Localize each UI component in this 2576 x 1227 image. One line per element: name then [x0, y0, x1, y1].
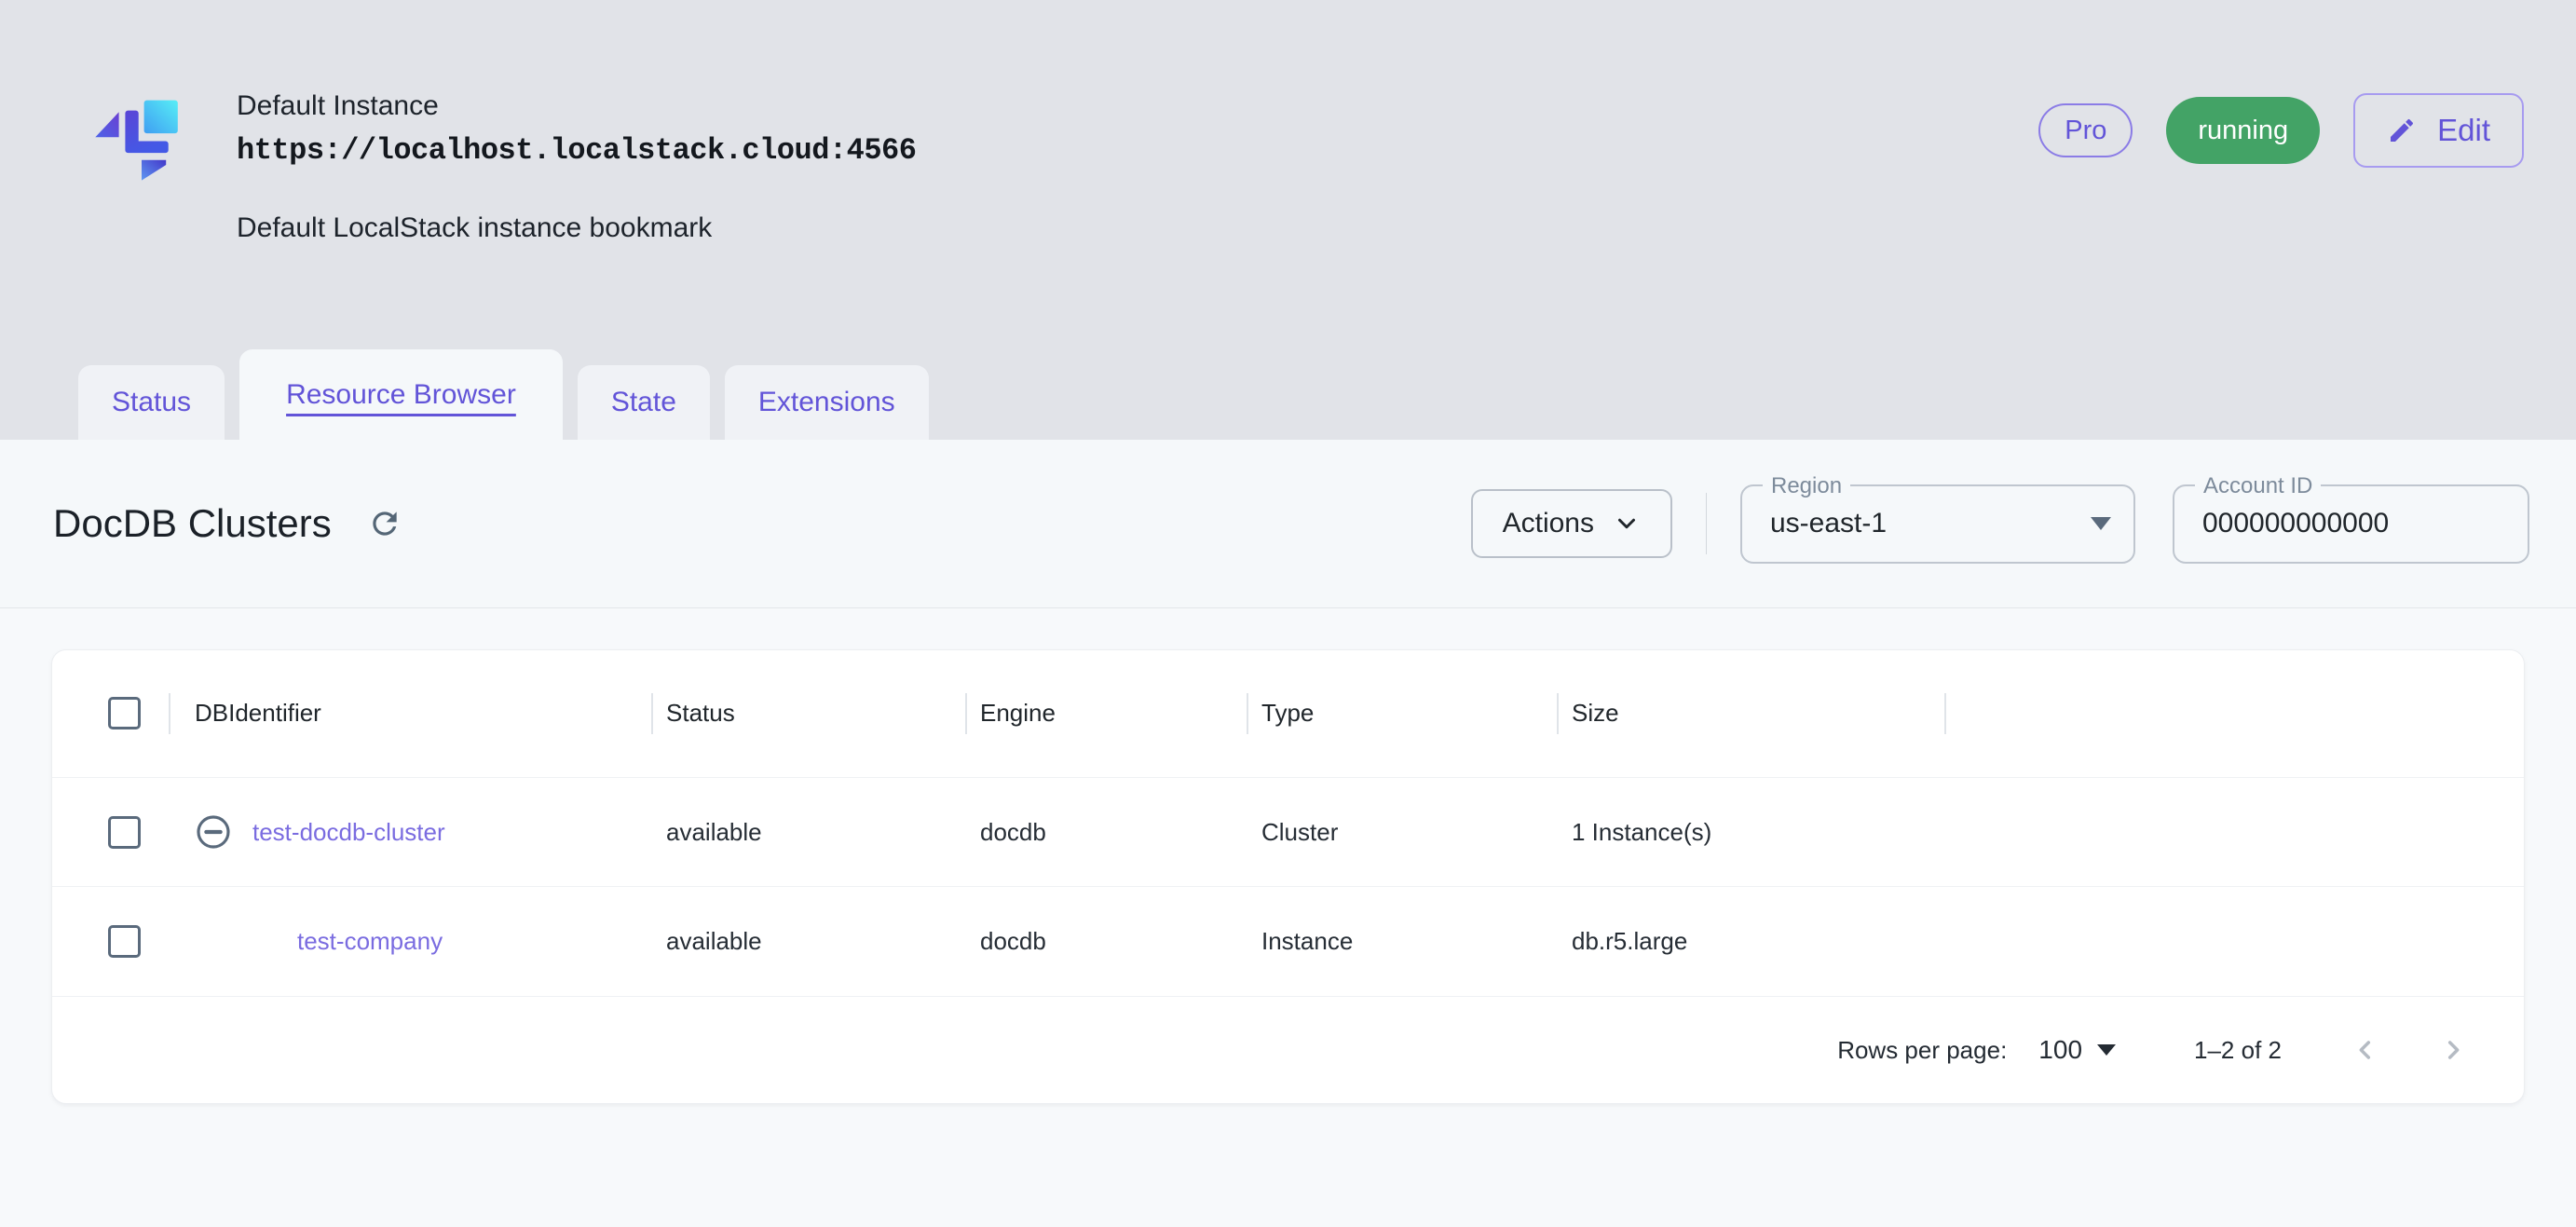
instance-link[interactable]: test-company — [297, 927, 443, 956]
region-value: us-east-1 — [1770, 508, 1888, 539]
dbidentifier-cell: test-company — [169, 927, 651, 956]
tab-bar: Status Resource Browser State Extensions — [78, 349, 929, 440]
arrow-drop-down-icon — [2097, 1044, 2117, 1057]
status-badge-label: running — [2198, 115, 2289, 145]
localstack-logo — [95, 100, 178, 181]
type-cell: Instance — [1261, 927, 1354, 956]
column-header-dbidentifier[interactable]: DBIdentifier — [169, 699, 651, 728]
type-cell: Cluster — [1261, 817, 1339, 846]
header-checkbox-cell — [52, 697, 169, 730]
edit-button-label: Edit — [2437, 113, 2490, 147]
edit-button[interactable]: Edit — [2353, 93, 2524, 168]
chevron-down-icon — [1618, 518, 1635, 529]
actions-button[interactable]: Actions — [1470, 489, 1672, 558]
row-checkbox-cell — [52, 815, 169, 849]
column-header-status[interactable]: Status — [651, 699, 965, 728]
status-cell: available — [666, 817, 762, 846]
column-header-engine[interactable]: Engine — [965, 699, 1247, 728]
tab-status[interactable]: Status — [78, 365, 225, 440]
next-page-button[interactable] — [2438, 1035, 2468, 1065]
pagination-range: 1–2 of 2 — [2194, 1035, 2282, 1064]
select-all-checkbox[interactable] — [108, 697, 141, 730]
account-id-value: 000000000000 — [2202, 508, 2390, 539]
table-pagination: Rows per page: 100 1–2 of 2 — [52, 996, 2524, 1103]
size-cell: db.r5.large — [1572, 927, 1688, 956]
engine-cell: docdb — [980, 817, 1046, 846]
instance-actions: Pro running Edit — [2038, 92, 2524, 169]
resource-toolbar: DocDB Clusters Actions Region us-east-1 … — [0, 440, 2576, 608]
previous-page-button[interactable] — [2351, 1035, 2380, 1065]
clusters-table-card: DBIdentifier Status Engine Type Size tes… — [51, 649, 2525, 1104]
chevron-left-icon — [2359, 1041, 2371, 1059]
instance-url: https://localhost.localstack.cloud:4566 — [237, 132, 917, 168]
refresh-button[interactable] — [363, 502, 406, 545]
tab-extensions[interactable]: Extensions — [724, 365, 929, 440]
pager — [2351, 1035, 2468, 1065]
pencil-icon — [2391, 118, 2414, 142]
rows-per-page-value: 100 — [2038, 1035, 2083, 1065]
account-id-field[interactable]: Account ID 000000000000 — [2173, 472, 2529, 564]
instance-name: Default Instance — [237, 90, 439, 121]
pro-badge-label: Pro — [2065, 115, 2107, 145]
rows-per-page-select[interactable]: 100 — [2038, 1035, 2117, 1065]
size-cell: 1 Instance(s) — [1572, 817, 1712, 846]
table-row: test-company available docdb Instance db… — [52, 886, 2524, 996]
column-header-size[interactable]: Size — [1557, 699, 1944, 728]
table-row: test-docdb-cluster available docdb Clust… — [52, 776, 2524, 887]
row-checkbox[interactable] — [108, 925, 141, 959]
chevron-right-icon — [2447, 1041, 2460, 1059]
cluster-link[interactable]: test-docdb-cluster — [252, 818, 445, 847]
column-header-type[interactable]: Type — [1247, 699, 1557, 728]
instance-header: Default Instance https://localhost.local… — [0, 0, 2576, 440]
minus-circle-icon — [197, 815, 230, 849]
status-badge: running — [2166, 97, 2321, 164]
column-header-empty — [1944, 650, 2524, 777]
status-cell: available — [666, 927, 762, 956]
collapse-row-button[interactable] — [195, 813, 232, 851]
tab-resource-browser[interactable]: Resource Browser — [239, 349, 563, 440]
toolbar-divider — [1706, 493, 1707, 554]
region-label: Region — [1763, 472, 1851, 499]
refresh-icon — [373, 511, 397, 536]
row-checkbox[interactable] — [108, 815, 141, 849]
actions-button-label: Actions — [1502, 508, 1594, 539]
row-checkbox-cell — [52, 925, 169, 959]
rows-per-page-label: Rows per page: — [1837, 1035, 2008, 1064]
pro-badge: Pro — [2038, 103, 2133, 157]
toolbar-controls: Actions Region us-east-1 Account ID 0000… — [1470, 472, 2529, 564]
region-select[interactable]: Region us-east-1 — [1740, 472, 2135, 564]
table-header-row: DBIdentifier Status Engine Type Size — [52, 650, 2524, 777]
dbidentifier-cell: test-docdb-cluster — [169, 813, 651, 851]
page-title: DocDB Clusters — [53, 501, 332, 545]
tab-state[interactable]: State — [577, 365, 710, 440]
instance-description: Default LocalStack instance bookmark — [237, 211, 713, 243]
arrow-drop-down-icon — [2091, 517, 2111, 530]
account-id-label: Account ID — [2195, 472, 2322, 499]
resource-content: DBIdentifier Status Engine Type Size tes… — [0, 608, 2576, 1104]
engine-cell: docdb — [980, 927, 1046, 956]
